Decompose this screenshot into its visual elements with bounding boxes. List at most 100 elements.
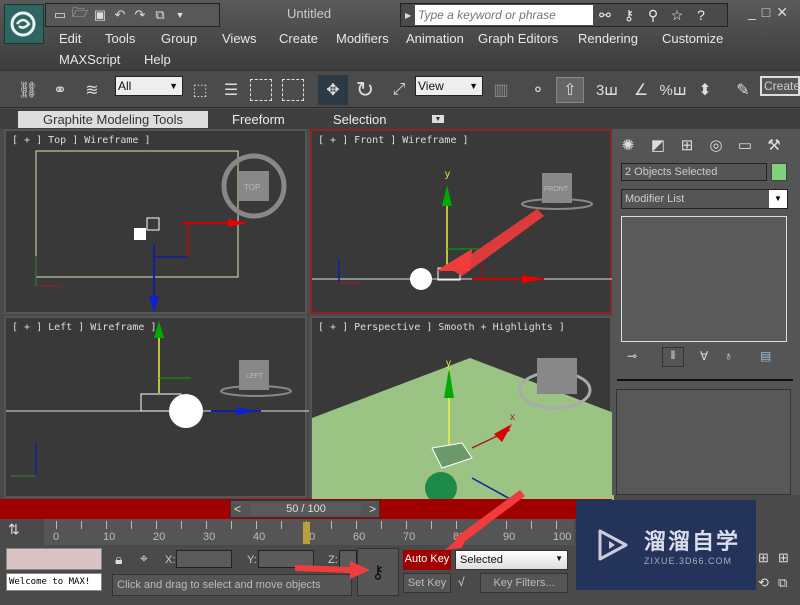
tab-freeform[interactable]: Freeform [232,111,285,128]
viewport-perspective[interactable]: [ + ] Perspective ] Smooth + Highlights … [310,316,614,500]
bind-space-warp-icon[interactable]: ≋ [79,77,105,103]
keyboard-shortcut-override-icon[interactable]: ⇧ [556,77,584,103]
modify-tab-icon[interactable]: ◩ [645,132,671,158]
select-and-scale-icon[interactable]: ⤢ [386,77,412,103]
ribbon-toggle-icon[interactable]: ▼ [432,115,444,123]
sphere-object [169,394,203,428]
redo-icon[interactable]: ↷ [132,7,148,23]
display-tab-icon[interactable]: ▭ [732,132,758,158]
viewport-front[interactable]: [ + ] Front ] Wireframe ] FRONT y [310,129,612,314]
maximize-icon[interactable]: □ [762,4,770,21]
dropdown-icon[interactable]: ▼ [172,7,188,23]
prev-frame-button[interactable]: < [234,502,241,516]
create-tab-icon[interactable]: ✺ [615,132,641,158]
viewport-left[interactable]: [ + ] Left ] Wireframe ] LEFT [4,316,309,498]
project-folder-icon[interactable]: ⧉ [152,7,168,23]
menu-animation[interactable]: Animation [406,31,464,46]
named-selection-field[interactable]: Create [760,76,800,96]
set-key-button[interactable]: ⚷ [357,548,399,596]
track-bar-toggle-icon[interactable]: ⇅ [8,521,36,543]
expand-icon[interactable]: ▶ [405,11,411,20]
open-folder-icon[interactable]: 🗁 [72,5,88,23]
menu-rendering[interactable]: Rendering [578,31,638,46]
manipulate-icon[interactable]: ⚬ [525,77,551,103]
hierarchy-tab-icon[interactable]: ⊞ [674,132,700,158]
orbit-icon[interactable]: ⟲ [758,575,769,591]
default-tangent-icon[interactable]: √ [458,575,465,589]
next-frame-button[interactable]: > [369,502,376,516]
z-coordinate-field[interactable] [339,550,357,568]
reference-coord-dropdown[interactable]: View ▼ [415,76,483,96]
satellite-icon[interactable]: ⚲ [641,7,665,24]
select-and-rotate-icon[interactable]: ↻ [352,77,378,103]
spinner-snap-icon[interactable]: ⬍ [692,77,718,103]
track-bar[interactable]: 0102030405060708090100 [44,519,574,545]
menu-views[interactable]: Views [222,31,256,46]
modifier-list-dropdown[interactable]: Modifier List ▼ [621,189,788,209]
maxscript-mini-listener[interactable]: Welcome to MAX! [6,573,102,591]
maximize-viewport-icon[interactable]: ⧉ [778,575,787,591]
star-icon[interactable]: ☆ [665,7,689,24]
select-by-name-icon[interactable]: ☰ [218,77,244,103]
pivot-center-icon[interactable]: ▥ [488,77,514,103]
angle-snap-icon[interactable]: ∠ [628,77,654,103]
help-icon[interactable]: ? [689,7,713,23]
binoculars-icon[interactable]: ⚯ [593,7,617,24]
tab-graphite-modeling-tools[interactable]: Graphite Modeling Tools [18,111,208,128]
menu-customize[interactable]: Customize [662,31,723,46]
edit-named-selection-icon[interactable]: ✎ [730,77,756,103]
snaps-toggle-icon[interactable]: 3ꟺ [594,77,620,103]
tab-selection[interactable]: Selection [333,111,386,128]
menu-tools[interactable]: Tools [105,31,135,46]
key-filters-button[interactable]: Key Filters... [480,573,568,593]
sphere-object [410,268,432,290]
utilities-tab-icon[interactable]: ⚒ [761,132,787,158]
percent-snap-icon[interactable]: % ꟺ [659,77,686,103]
auto-key-button[interactable]: Auto Key [403,550,451,570]
key-icon[interactable]: ⚷ [617,7,641,24]
show-end-result-icon[interactable]: ǁ [662,347,684,367]
y-label: Y: [247,554,257,566]
motion-tab-icon[interactable]: ◎ [703,132,729,158]
minimize-icon[interactable]: _ [748,4,756,21]
maxscript-listener-pink[interactable] [6,548,102,570]
zoom-extents-icon[interactable]: ⊞ [778,550,789,566]
select-and-move-icon[interactable]: ✥ [318,75,348,105]
make-unique-icon[interactable]: ∀ [700,349,708,363]
menu-modifiers[interactable]: Modifiers [336,31,389,46]
menu-graph-editors[interactable]: Graph Editors [478,31,558,46]
viewport-top[interactable]: [ + ] Top ] Wireframe ] TOP [4,129,307,314]
search-input[interactable] [415,5,593,25]
rectangle-selection-icon[interactable] [250,79,272,101]
unlink-icon[interactable]: ⚭ [47,77,73,103]
menu-group[interactable]: Group [161,31,197,46]
remove-modifier-icon[interactable]: ♁ [724,349,733,363]
set-key-text-button[interactable]: Set Key [403,573,451,593]
pin-stack-icon[interactable]: ⊸ [627,349,637,363]
current-frame-marker[interactable] [303,522,310,544]
close-icon[interactable]: ✕ [776,4,788,21]
absolute-mode-icon[interactable]: ⌖ [140,550,148,567]
object-color-swatch[interactable] [771,163,787,181]
y-coordinate-field[interactable] [258,550,314,568]
link-icon[interactable]: ⛓ [15,77,41,103]
menu-edit[interactable]: Edit [59,31,81,46]
window-crossing-icon[interactable] [282,79,304,101]
lock-selection-icon[interactable]: 🔒︎ [115,551,122,568]
menu-maxscript[interactable]: MAXScript [59,52,120,67]
new-file-icon[interactable]: ▭ [52,7,68,23]
undo-icon[interactable]: ↶ [112,7,128,23]
key-mode-dropdown[interactable]: Selected ▼ [455,550,568,570]
selection-filter-dropdown[interactable]: All ▼ [115,76,183,96]
select-object-icon[interactable]: ⬚ [187,77,213,103]
zoom-extents-all-icon[interactable]: ⊞ [758,550,769,566]
x-coordinate-field[interactable] [176,550,232,568]
object-name-field[interactable]: 2 Objects Selected [621,163,767,181]
configure-modifier-sets-icon[interactable]: ▤ [760,349,771,363]
save-icon[interactable]: ▣ [92,7,108,23]
modifier-stack[interactable] [621,216,787,342]
menu-create[interactable]: Create [279,31,318,46]
time-slider[interactable]: < 50 / 100 > [230,500,380,518]
menu-help[interactable]: Help [144,52,171,67]
app-logo-button[interactable] [4,4,44,44]
